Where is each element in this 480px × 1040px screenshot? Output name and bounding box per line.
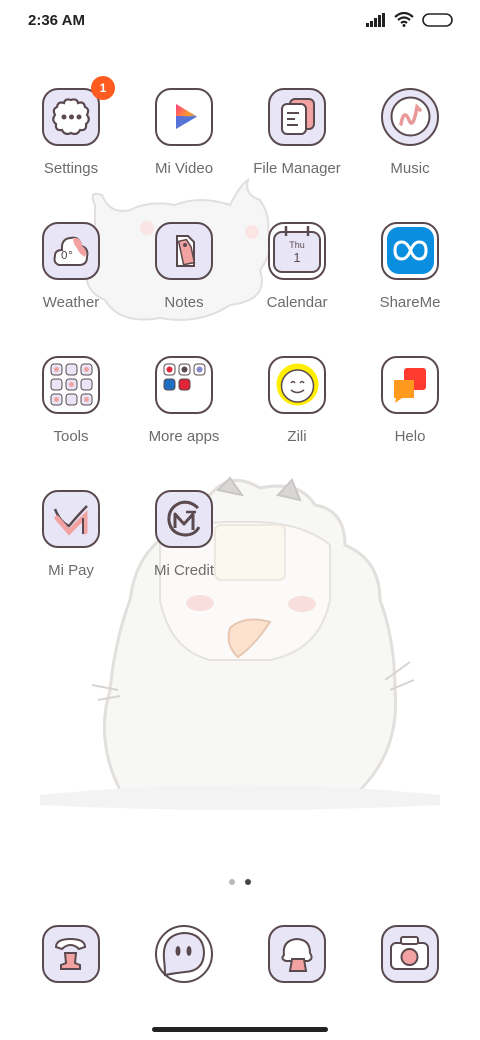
folder-more-apps[interactable]: More apps bbox=[128, 354, 240, 474]
app-notes[interactable]: Notes bbox=[128, 220, 240, 340]
status-bar: 2:36 AM bbox=[0, 0, 480, 44]
app-music[interactable]: Music bbox=[354, 86, 466, 206]
app-label: More apps bbox=[148, 428, 220, 445]
messages-icon[interactable] bbox=[155, 925, 213, 983]
page-indicator[interactable] bbox=[0, 879, 480, 885]
app-label: Helo bbox=[394, 428, 426, 445]
app-label: Zili bbox=[287, 428, 307, 445]
app-label: File Manager bbox=[253, 160, 341, 177]
app-label: Weather bbox=[42, 294, 100, 311]
browser-icon[interactable] bbox=[268, 925, 326, 983]
app-label: Tools bbox=[53, 428, 89, 445]
file-manager-icon bbox=[268, 88, 326, 146]
app-helo[interactable]: Helo bbox=[354, 354, 466, 474]
folder-tools[interactable]: Tools bbox=[15, 354, 127, 474]
app-settings[interactable]: 1 Settings bbox=[15, 76, 127, 206]
page-dot-1[interactable] bbox=[229, 879, 235, 885]
page-dot-2-active[interactable] bbox=[245, 879, 251, 885]
signal-icon bbox=[366, 12, 385, 27]
app-label: Settings bbox=[43, 160, 99, 177]
mi-pay-icon bbox=[42, 490, 100, 548]
app-label: ShareMe bbox=[379, 294, 441, 311]
app-label: Notes bbox=[164, 294, 204, 311]
shareme-icon bbox=[381, 222, 439, 280]
phone-icon[interactable] bbox=[42, 925, 100, 983]
music-icon bbox=[381, 88, 439, 146]
app-weather[interactable]: 0° Weather bbox=[15, 220, 127, 340]
app-label: Music bbox=[390, 160, 430, 177]
tools-folder-icon bbox=[42, 356, 100, 414]
app-mi-video[interactable]: Mi Video bbox=[128, 86, 240, 206]
settings-icon bbox=[42, 88, 100, 146]
app-mi-pay[interactable]: Mi Pay bbox=[15, 488, 127, 608]
calendar-icon: Thu 1 bbox=[268, 222, 326, 280]
app-mi-credit[interactable]: Mi Credit bbox=[128, 488, 240, 608]
notification-badge: 1 bbox=[91, 76, 115, 100]
dock bbox=[0, 925, 480, 995]
app-zili[interactable]: Zili bbox=[241, 354, 353, 474]
calendar-day: Thu bbox=[289, 240, 305, 250]
battery-icon bbox=[422, 12, 453, 27]
weather-temp: 0° bbox=[60, 249, 73, 262]
more-apps-folder-icon bbox=[155, 356, 213, 414]
app-label: Mi Credit bbox=[153, 562, 214, 579]
notes-icon bbox=[155, 222, 213, 280]
app-label: Calendar bbox=[266, 294, 328, 311]
status-time: 2:36 AM bbox=[28, 12, 85, 29]
home-indicator[interactable] bbox=[152, 1027, 328, 1032]
mi-credit-icon bbox=[155, 490, 213, 548]
app-calendar[interactable]: Thu 1 Calendar bbox=[241, 220, 353, 340]
wifi-icon bbox=[394, 12, 414, 27]
weather-icon: 0° bbox=[42, 222, 100, 280]
app-label: Mi Video bbox=[154, 160, 214, 177]
app-label: Mi Pay bbox=[48, 562, 94, 579]
zili-icon bbox=[268, 356, 326, 414]
app-file-manager[interactable]: File Manager bbox=[241, 86, 353, 206]
status-icons bbox=[366, 12, 454, 27]
calendar-date: 1 bbox=[293, 250, 300, 265]
app-shareme[interactable]: ShareMe bbox=[354, 220, 466, 340]
mi-video-icon bbox=[155, 88, 213, 146]
camera-icon[interactable] bbox=[381, 925, 439, 983]
helo-icon bbox=[381, 356, 439, 414]
